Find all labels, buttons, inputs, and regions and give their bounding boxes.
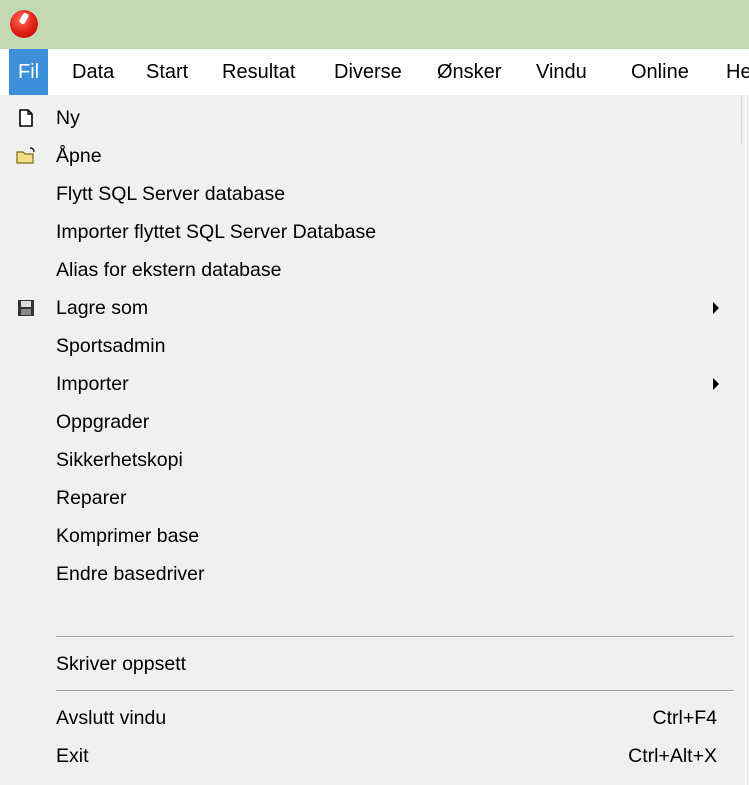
- menu-item-lagre-som[interactable]: Lagre som: [0, 289, 745, 327]
- menu-item-oppgrader[interactable]: Oppgrader: [0, 403, 745, 441]
- menu-item-importer-flyttet[interactable]: Importer flyttet SQL Server Database: [0, 213, 745, 251]
- menu-item-sportsadmin[interactable]: Sportsadmin: [0, 327, 745, 365]
- menu-item-label: Åpne: [56, 145, 102, 167]
- menu-item-label: Oppgrader: [56, 411, 150, 433]
- menu-item-komprimer[interactable]: Komprimer base: [0, 517, 745, 555]
- new-file-icon: [19, 109, 33, 127]
- menu-item-endre-basedriver[interactable]: Endre basedriver: [0, 555, 745, 593]
- menu-item-alias[interactable]: Alias for ekstern database: [0, 251, 745, 289]
- menu-item-sikkerhetskopi[interactable]: Sikkerhetskopi: [0, 441, 745, 479]
- menu-item-reparer[interactable]: Reparer: [0, 479, 745, 517]
- menu-item-label: Sikkerhetskopi: [56, 449, 183, 471]
- menu-item-importer[interactable]: Importer: [0, 365, 745, 403]
- menu-data[interactable]: Data: [72, 49, 114, 95]
- menu-item-flytt-sql[interactable]: Flytt SQL Server database: [0, 175, 745, 213]
- menu-item-label: Komprimer base: [56, 525, 200, 547]
- menu-item-label: Endre basedriver: [56, 563, 205, 585]
- shortcut-label: Ctrl+Alt+X: [628, 745, 717, 767]
- submenu-arrow-icon: [713, 378, 719, 390]
- menu-diverse[interactable]: Diverse: [334, 49, 402, 95]
- menu-separator: [56, 690, 734, 692]
- menu-item-exit[interactable]: Exit Ctrl+Alt+X: [0, 737, 745, 775]
- menu-onsker[interactable]: Ønsker: [437, 49, 501, 95]
- menu-item-avslutt-vindu[interactable]: Avslutt vindu Ctrl+F4: [0, 699, 745, 737]
- menu-item-label: Ny: [56, 107, 80, 129]
- menu-item-label: Alias for ekstern database: [56, 259, 282, 281]
- menu-item-label: Importer: [56, 373, 129, 395]
- menu-item-label: Skriver oppsett: [56, 653, 187, 675]
- menu-online[interactable]: Online: [631, 49, 689, 95]
- menu-item-label: Sportsadmin: [56, 335, 166, 357]
- menu-start[interactable]: Start: [146, 49, 188, 95]
- menu-help[interactable]: He: [726, 49, 749, 95]
- menu-item-label: Reparer: [56, 487, 127, 509]
- menu-vindu[interactable]: Vindu: [536, 49, 587, 95]
- app-logo-icon[interactable]: [10, 10, 38, 38]
- menu-item-apne[interactable]: Åpne: [0, 137, 745, 175]
- menu-item-label: Lagre som: [56, 297, 149, 319]
- menu-item-skriver-oppsett[interactable]: Skriver oppsett: [0, 645, 745, 683]
- menu-item-label: Flytt SQL Server database: [56, 183, 286, 205]
- title-bar: [0, 0, 749, 49]
- file-menu-dropdown: Ny Åpne Flytt SQL Server database Import…: [0, 95, 746, 785]
- submenu-arrow-icon: [713, 302, 719, 314]
- menu-item-label: Exit: [56, 745, 89, 767]
- open-folder-icon: [16, 147, 35, 164]
- menu-bar: Fil Data Start Resultat Diverse Ønsker V…: [0, 49, 749, 95]
- window-edge: [741, 95, 742, 145]
- menu-fil[interactable]: Fil: [9, 49, 49, 95]
- menu-item-ny[interactable]: Ny: [0, 99, 745, 137]
- menu-item-label: Importer flyttet SQL Server Database: [56, 221, 377, 243]
- menu-resultat[interactable]: Resultat: [222, 49, 295, 95]
- menu-separator: [56, 636, 734, 638]
- shortcut-label: Ctrl+F4: [652, 707, 717, 729]
- menu-item-label: Avslutt vindu: [56, 707, 167, 729]
- floppy-disk-icon: [18, 300, 34, 316]
